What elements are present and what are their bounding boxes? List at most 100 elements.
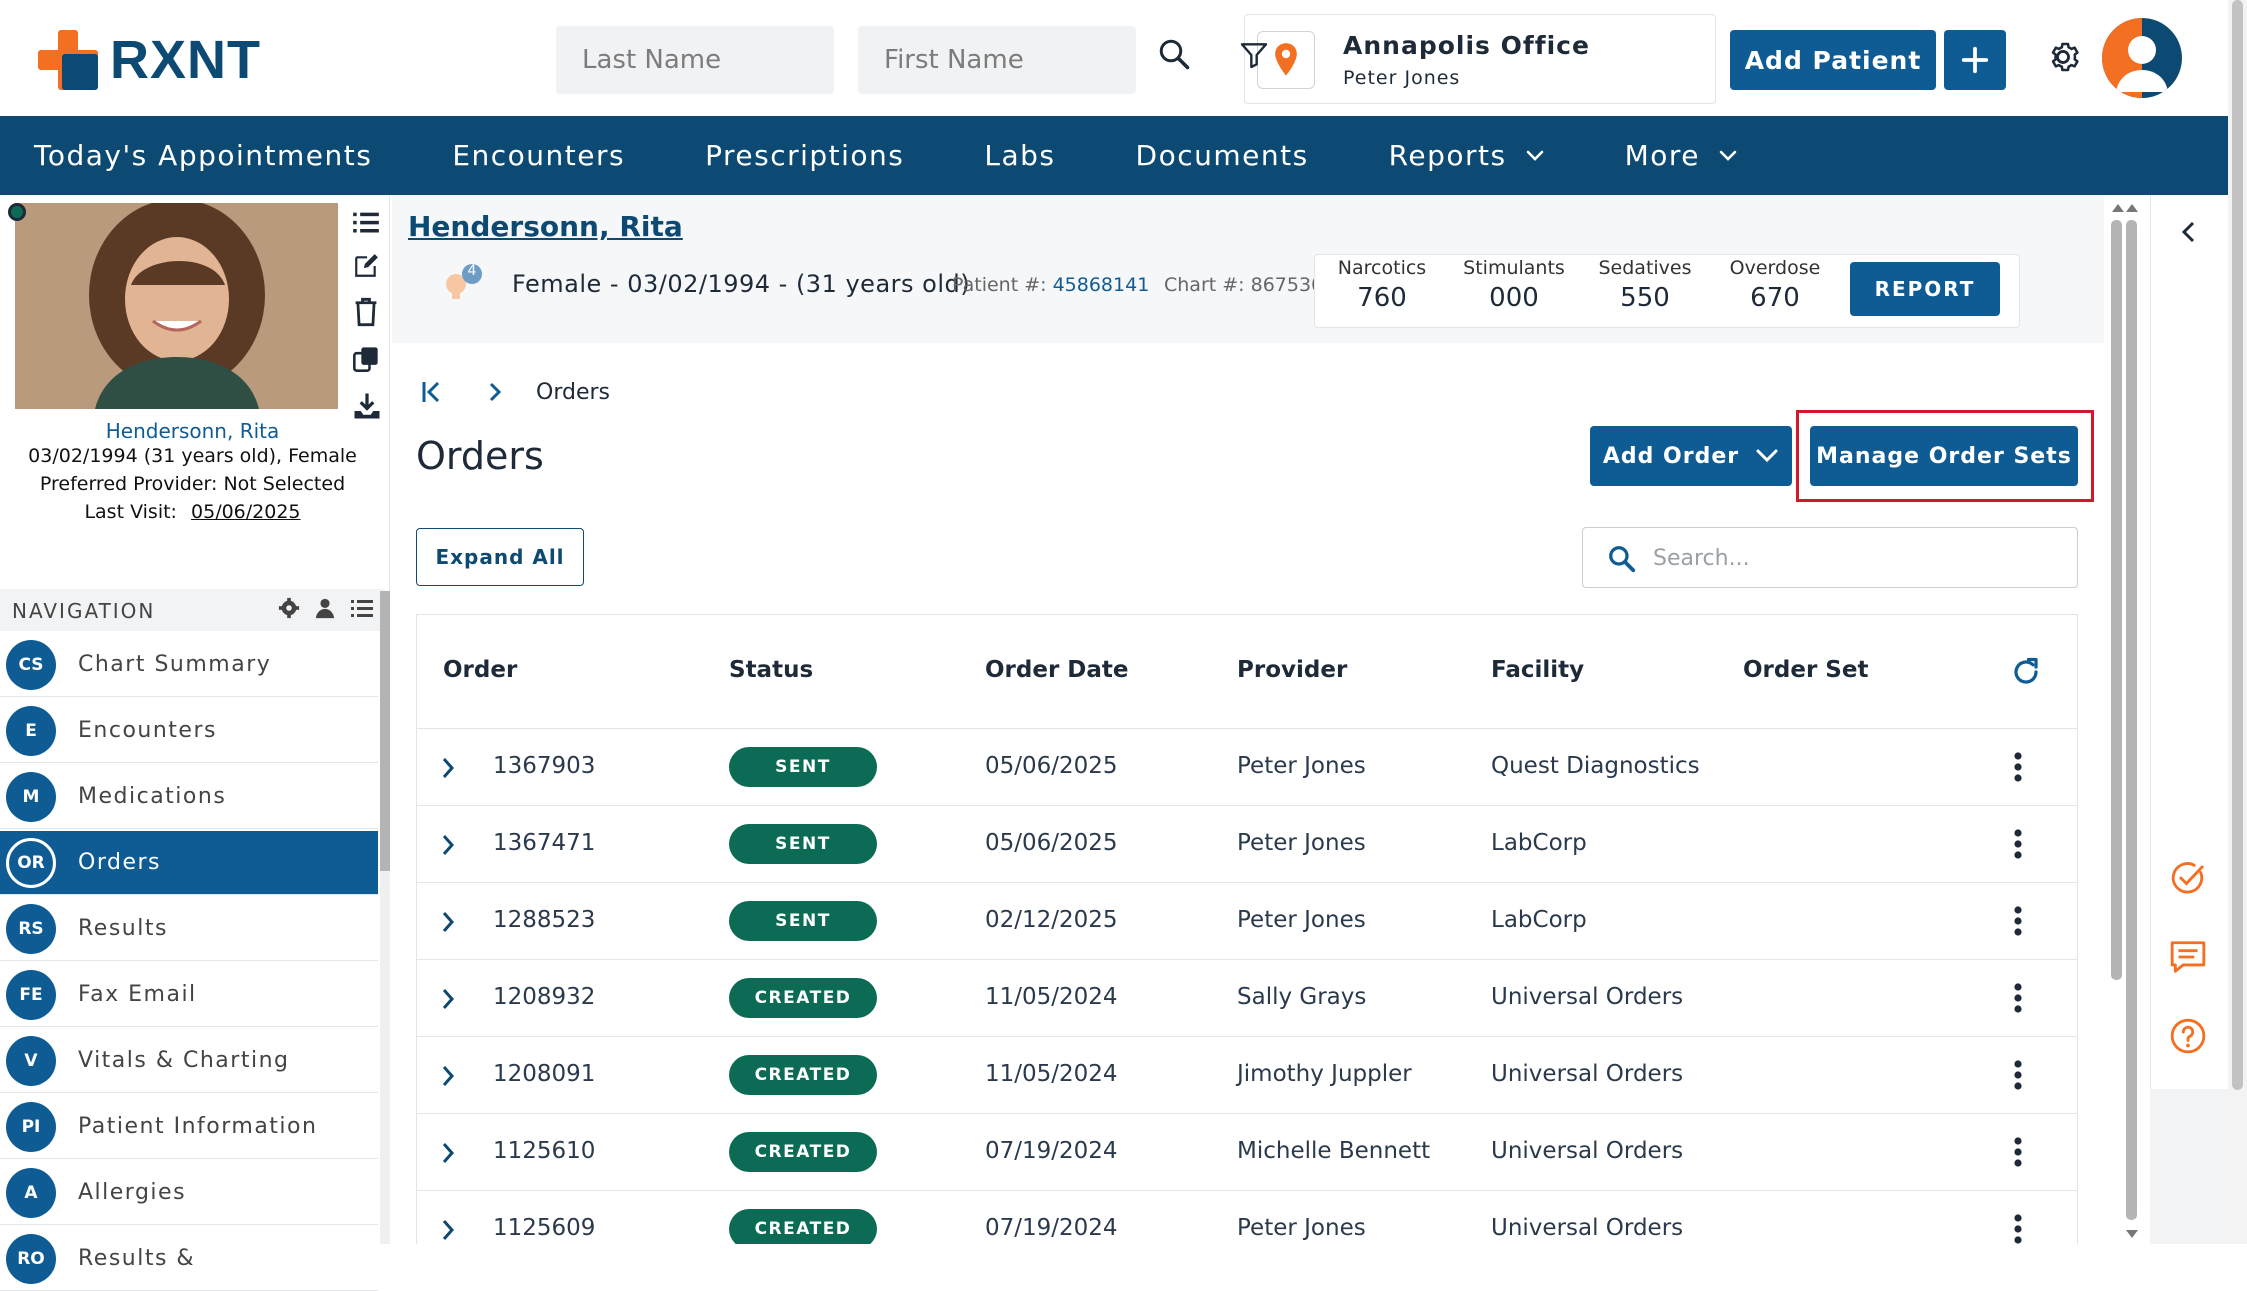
sidebar-item-fax-email[interactable]: FE Fax Email bbox=[0, 963, 378, 1027]
refresh-icon[interactable] bbox=[2011, 657, 2041, 687]
nav-documents[interactable]: Documents bbox=[1136, 139, 1309, 172]
row-menu-icon[interactable] bbox=[2013, 982, 2023, 1014]
table-row[interactable]: 1288523 SENT 02/12/2025 Peter Jones LabC… bbox=[417, 883, 2077, 960]
window-scrollbar-thumb[interactable] bbox=[2232, 0, 2243, 1090]
window-scrollbar[interactable] bbox=[2228, 0, 2247, 1244]
expand-row-icon[interactable] bbox=[439, 986, 457, 1012]
row-menu-icon[interactable] bbox=[2013, 1213, 2023, 1244]
content-scrollbar-graphic bbox=[2111, 204, 2138, 1238]
gear-icon bbox=[2051, 42, 2079, 72]
patient-search-button[interactable] bbox=[1156, 36, 1196, 76]
alerts-button[interactable]: 4 bbox=[440, 262, 490, 312]
edit-icon[interactable] bbox=[352, 253, 380, 279]
sidebar-item-allergies[interactable]: A Allergies bbox=[0, 1161, 378, 1225]
sidebar-item-encounters[interactable]: E Encounters bbox=[0, 699, 378, 763]
table-row[interactable]: 1208091 CREATED 11/05/2024 Jimothy Juppl… bbox=[417, 1037, 2077, 1114]
manage-order-sets-button[interactable]: Manage Order Sets bbox=[1810, 426, 2078, 486]
column-facility[interactable]: Facility bbox=[1491, 657, 1584, 683]
nav-todays-appointments[interactable]: Today's Appointments bbox=[34, 139, 372, 172]
sidebar-item-label: Fax Email bbox=[78, 982, 197, 1007]
nav-encounters[interactable]: Encounters bbox=[452, 139, 625, 172]
first-page-icon[interactable] bbox=[420, 378, 442, 406]
table-row[interactable]: 1208932 CREATED 11/05/2024 Sally Grays U… bbox=[417, 960, 2077, 1037]
sidebar-item-orders[interactable]: OR Orders bbox=[0, 831, 378, 895]
expand-row-icon[interactable] bbox=[439, 832, 457, 858]
sidebar-badge: V bbox=[6, 1035, 56, 1086]
chart-number-label: Chart #: bbox=[1164, 274, 1245, 296]
download-icon[interactable] bbox=[352, 391, 382, 421]
orders-search[interactable] bbox=[1582, 527, 2078, 588]
sidebar-item-vitals-charting[interactable]: V Vitals & Charting bbox=[0, 1029, 378, 1093]
patient-photo bbox=[15, 203, 338, 409]
row-menu-icon[interactable] bbox=[2013, 751, 2023, 783]
first-name-input[interactable] bbox=[858, 26, 1136, 94]
column-order[interactable]: Order bbox=[443, 657, 517, 683]
order-date: 07/19/2024 bbox=[985, 1215, 1118, 1241]
sidebar-scrollbar-thumb[interactable] bbox=[380, 591, 390, 871]
list-icon[interactable] bbox=[352, 209, 380, 235]
pdmp-report-button[interactable]: REPORT bbox=[1850, 262, 2000, 316]
collapse-panel-icon[interactable] bbox=[2179, 219, 2199, 245]
order-date: 11/05/2024 bbox=[985, 1061, 1118, 1087]
sidebar-badge: E bbox=[6, 705, 56, 756]
user-avatar[interactable] bbox=[2102, 18, 2182, 98]
settings-button[interactable] bbox=[2044, 38, 2082, 80]
rxnt-logo[interactable]: RXNT bbox=[36, 28, 261, 92]
sidebar-item-medications[interactable]: M Medications bbox=[0, 765, 378, 829]
expand-row-icon[interactable] bbox=[439, 1063, 457, 1089]
order-id: 1125610 bbox=[493, 1138, 596, 1164]
expand-row-icon[interactable] bbox=[439, 755, 457, 781]
content-scrollbar[interactable] bbox=[2104, 200, 2138, 1244]
table-row[interactable]: 1125609 CREATED 07/19/2024 Peter Jones U… bbox=[417, 1191, 2077, 1244]
sidebar-item-chart-summary[interactable]: CS Chart Summary bbox=[0, 633, 378, 697]
check-circle-icon[interactable] bbox=[2169, 859, 2207, 897]
person-icon[interactable] bbox=[314, 597, 336, 619]
row-menu-icon[interactable] bbox=[2013, 1136, 2023, 1168]
office-selector[interactable]: Annapolis Office Peter Jones bbox=[1244, 14, 1716, 104]
expand-all-button[interactable]: Expand All bbox=[416, 528, 584, 586]
column-order-set[interactable]: Order Set bbox=[1743, 657, 1868, 683]
column-status[interactable]: Status bbox=[729, 657, 813, 683]
table-row[interactable]: 1125610 CREATED 07/19/2024 Michelle Benn… bbox=[417, 1114, 2077, 1191]
chat-icon[interactable] bbox=[2169, 939, 2207, 975]
add-plus-button[interactable] bbox=[1944, 30, 2006, 90]
nav-more[interactable]: More bbox=[1625, 139, 1738, 172]
add-order-button[interactable]: Add Order bbox=[1590, 426, 1792, 486]
office-user: Peter Jones bbox=[1343, 67, 1461, 89]
table-row[interactable]: 1367903 SENT 05/06/2025 Peter Jones Ques… bbox=[417, 729, 2077, 806]
last-name-input[interactable] bbox=[556, 26, 834, 94]
expand-row-icon[interactable] bbox=[439, 909, 457, 935]
expand-row-icon[interactable] bbox=[439, 1217, 457, 1243]
row-menu-icon[interactable] bbox=[2013, 905, 2023, 937]
nav-labs[interactable]: Labs bbox=[984, 139, 1055, 172]
last-visit-date[interactable]: 05/06/2025 bbox=[191, 501, 301, 523]
add-patient-button[interactable]: Add Patient bbox=[1730, 30, 1936, 90]
sidebar-item-patient-information[interactable]: PI Patient Information bbox=[0, 1095, 378, 1159]
sidebar-item-results[interactable]: RS Results bbox=[0, 897, 378, 961]
sidebar-badge: RS bbox=[6, 903, 56, 954]
patient-name-link[interactable]: Hendersonn, Rita bbox=[0, 419, 385, 443]
sidebar-scrollbar[interactable] bbox=[380, 591, 390, 1244]
order-provider: Peter Jones bbox=[1237, 830, 1366, 856]
list-icon[interactable] bbox=[350, 597, 374, 619]
chevron-right-icon[interactable] bbox=[486, 379, 504, 405]
column-order-date[interactable]: Order Date bbox=[985, 657, 1129, 683]
table-row[interactable]: 1367471 SENT 05/06/2025 Peter Jones LabC… bbox=[417, 806, 2077, 883]
column-provider[interactable]: Provider bbox=[1237, 657, 1347, 683]
sidebar-item-results-and[interactable]: RO Results & bbox=[0, 1227, 378, 1291]
gear-icon[interactable] bbox=[278, 597, 300, 619]
row-menu-icon[interactable] bbox=[2013, 828, 2023, 860]
patient-number-value[interactable]: 45868141 bbox=[1053, 274, 1150, 296]
row-menu-icon[interactable] bbox=[2013, 1059, 2023, 1091]
nav-reports[interactable]: Reports bbox=[1389, 139, 1545, 172]
filter-button[interactable] bbox=[1238, 38, 1270, 76]
nav-prescriptions[interactable]: Prescriptions bbox=[705, 139, 904, 172]
sidebar-item-label: Vitals & Charting bbox=[78, 1048, 290, 1073]
copy-icon[interactable] bbox=[352, 345, 380, 373]
patient-title-link[interactable]: Hendersonn, Rita bbox=[408, 210, 683, 243]
trash-icon[interactable] bbox=[352, 297, 380, 327]
help-icon[interactable] bbox=[2169, 1017, 2207, 1055]
expand-row-icon[interactable] bbox=[439, 1140, 457, 1166]
sidebar-item-label: Orders bbox=[78, 850, 161, 875]
orders-search-input[interactable] bbox=[1653, 536, 2053, 580]
